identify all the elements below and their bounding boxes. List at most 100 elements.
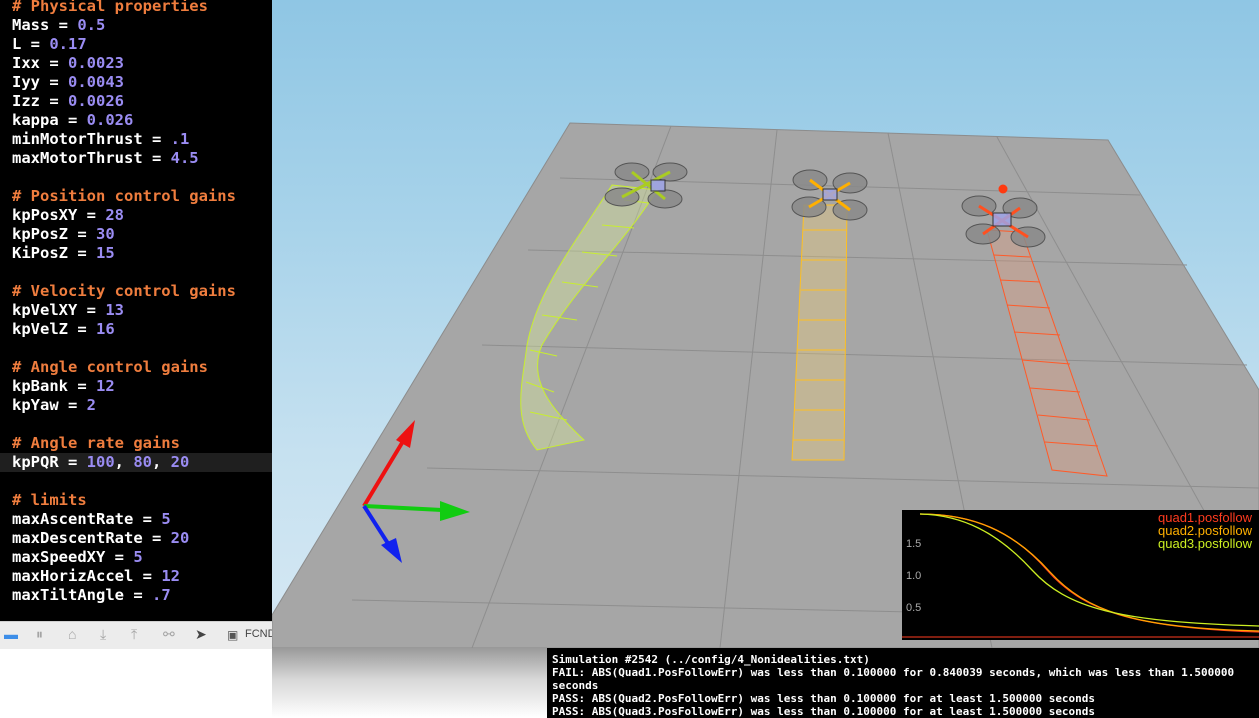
code-comment: # Angle rate gains <box>12 434 180 452</box>
code-line[interactable]: maxSpeedXY = 5 <box>12 548 143 567</box>
plot-ytick: 0.5 <box>906 602 922 614</box>
code-number: 5 <box>161 510 171 528</box>
code-text: maxHorizAccel = <box>12 567 162 585</box>
code-text: Mass = <box>12 16 78 34</box>
code-number: 80 <box>133 453 152 471</box>
code-line[interactable]: # Angle rate gains <box>12 434 180 453</box>
code-text: Ixx = <box>12 54 68 72</box>
console-line: Simulation #2542 (../config/4_Nonidealit… <box>552 653 870 666</box>
code-number: 0.5 <box>77 16 106 34</box>
code-line[interactable]: Ixx = 0.0023 <box>12 54 124 73</box>
code-text: maxSpeedXY = <box>12 548 134 566</box>
step-into-icon[interactable]: ⤓ <box>100 626 106 643</box>
code-number: 0.0023 <box>68 54 124 72</box>
code-text: Izz = <box>12 92 68 110</box>
code-line[interactable]: maxDescentRate = 20 <box>12 529 189 548</box>
code-line[interactable]: Mass = 0.5 <box>12 16 105 35</box>
code-text: maxTiltAngle = <box>12 586 152 604</box>
code-text: minMotorThrust = <box>12 130 171 148</box>
code-line[interactable]: maxMotorThrust = 4.5 <box>12 149 199 168</box>
code-text: kpVelXY = <box>12 301 106 319</box>
code-text: kappa = <box>12 111 87 129</box>
code-text: kpPosZ = <box>12 225 96 243</box>
code-line[interactable]: L = 0.17 <box>12 35 87 54</box>
step-over-icon[interactable]: ⌂ <box>68 626 76 642</box>
target-icon[interactable]: ▣ <box>227 628 238 642</box>
code-line[interactable]: kpYaw = 2 <box>12 396 96 415</box>
code-number: 5 <box>133 548 143 566</box>
code-line[interactable]: kpPosZ = 30 <box>12 225 115 244</box>
code-line[interactable]: # Angle control gains <box>12 358 208 377</box>
code-comment: # limits <box>12 491 87 509</box>
code-line[interactable]: maxHorizAccel = 12 <box>12 567 180 586</box>
code-text: kpPQR = <box>12 453 87 471</box>
code-line[interactable]: kappa = 0.026 <box>12 111 133 130</box>
code-line[interactable]: minMotorThrust = .1 <box>12 130 189 149</box>
code-text: maxAscentRate = <box>12 510 162 528</box>
code-text: , <box>114 453 134 471</box>
code-number: 0.0026 <box>68 92 124 110</box>
code-text: maxDescentRate = <box>12 529 171 547</box>
code-line[interactable]: # limits <box>12 491 87 510</box>
code-number: 15 <box>96 244 115 262</box>
code-comment: # Angle control gains <box>12 358 208 376</box>
code-number: .1 <box>170 130 190 148</box>
code-number: 20 <box>170 529 190 547</box>
code-line[interactable]: kpBank = 12 <box>12 377 115 396</box>
code-number: 28 <box>105 206 124 224</box>
error-plot: 1.5 1.0 0.5 quad1.posfollow quad2.posfol… <box>902 510 1259 640</box>
code-line[interactable]: Izz = 0.0026 <box>12 92 124 111</box>
plot-legend-item: quad3.posfollow <box>1158 536 1252 551</box>
code-line[interactable]: kpVelXY = 13 <box>12 301 124 320</box>
code-number: 0.17 <box>49 35 87 53</box>
code-line[interactable]: kpPosXY = 28 <box>12 206 124 225</box>
code-line[interactable]: Iyy = 0.0043 <box>12 73 124 92</box>
target-label[interactable]: FCND <box>245 628 276 640</box>
code-text: kpPosXY = <box>12 206 106 224</box>
code-comment: # Position control gains <box>12 187 236 205</box>
code-text: KiPosZ = <box>12 244 96 262</box>
code-line[interactable]: maxAscentRate = 5 <box>12 510 171 529</box>
code-number: .7 <box>151 586 171 604</box>
code-text: L = <box>12 35 50 53</box>
code-line[interactable]: # Physical properties <box>12 0 208 16</box>
code-line[interactable]: kpPQR = 100, 80, 20 <box>12 453 189 472</box>
window-shadow <box>272 648 547 718</box>
plot-ytick: 1.0 <box>906 570 922 582</box>
code-line[interactable]: kpVelZ = 16 <box>12 320 115 339</box>
code-number: 0.0043 <box>68 73 124 91</box>
console-line: FAIL: ABS(Quad1.PosFollowErr) was less t… <box>552 666 1235 679</box>
debug-toolbar: ▬ ⏸ ⌂ ⤓ ⤒ ⚯ ➤ ▣ FCND <box>0 621 276 649</box>
code-number: 4.5 <box>170 149 199 167</box>
code-number: 12 <box>96 377 115 395</box>
step-out-icon[interactable]: ⤒ <box>131 626 137 643</box>
code-line[interactable]: # Velocity control gains <box>12 282 236 301</box>
code-comment: # Velocity control gains <box>12 282 236 300</box>
code-editor[interactable]: # Physical properties Mass = 0.5 L = 0.17 I… <box>0 0 272 621</box>
code-number: 100 <box>86 453 115 471</box>
code-line[interactable]: maxTiltAngle = .7 <box>12 586 171 605</box>
code-number: 16 <box>96 320 115 338</box>
code-number: 30 <box>96 225 115 243</box>
debug-graph-icon[interactable]: ⚯ <box>163 626 175 643</box>
console-line: PASS: ABS(Quad2.PosFollowErr) was less t… <box>552 692 1096 705</box>
code-text: maxMotorThrust = <box>12 149 171 167</box>
code-text: kpVelZ = <box>12 320 96 338</box>
code-number: 20 <box>170 453 190 471</box>
code-line[interactable]: KiPosZ = 15 <box>12 244 115 263</box>
code-text: kpBank = <box>12 377 96 395</box>
console-output: Simulation #2542 (../config/4_Nonidealit… <box>547 648 1259 718</box>
breakpoint-icon[interactable]: ▬ <box>4 626 18 642</box>
code-number: 0.026 <box>86 111 134 129</box>
code-number: 13 <box>105 301 124 319</box>
quad1-target-marker <box>998 184 1008 194</box>
code-line[interactable]: # Position control gains <box>12 187 236 206</box>
code-comment: # Physical properties <box>12 0 208 15</box>
pause-icon[interactable]: ⏸ <box>36 626 43 643</box>
code-text: kpYaw = <box>12 396 87 414</box>
code-number: 12 <box>161 567 180 585</box>
code-text: Iyy = <box>12 73 68 91</box>
location-icon[interactable]: ➤ <box>195 626 207 643</box>
console-line: PASS: ABS(Quad3.PosFollowErr) was less t… <box>552 705 1096 718</box>
console-line: seconds <box>552 679 599 692</box>
